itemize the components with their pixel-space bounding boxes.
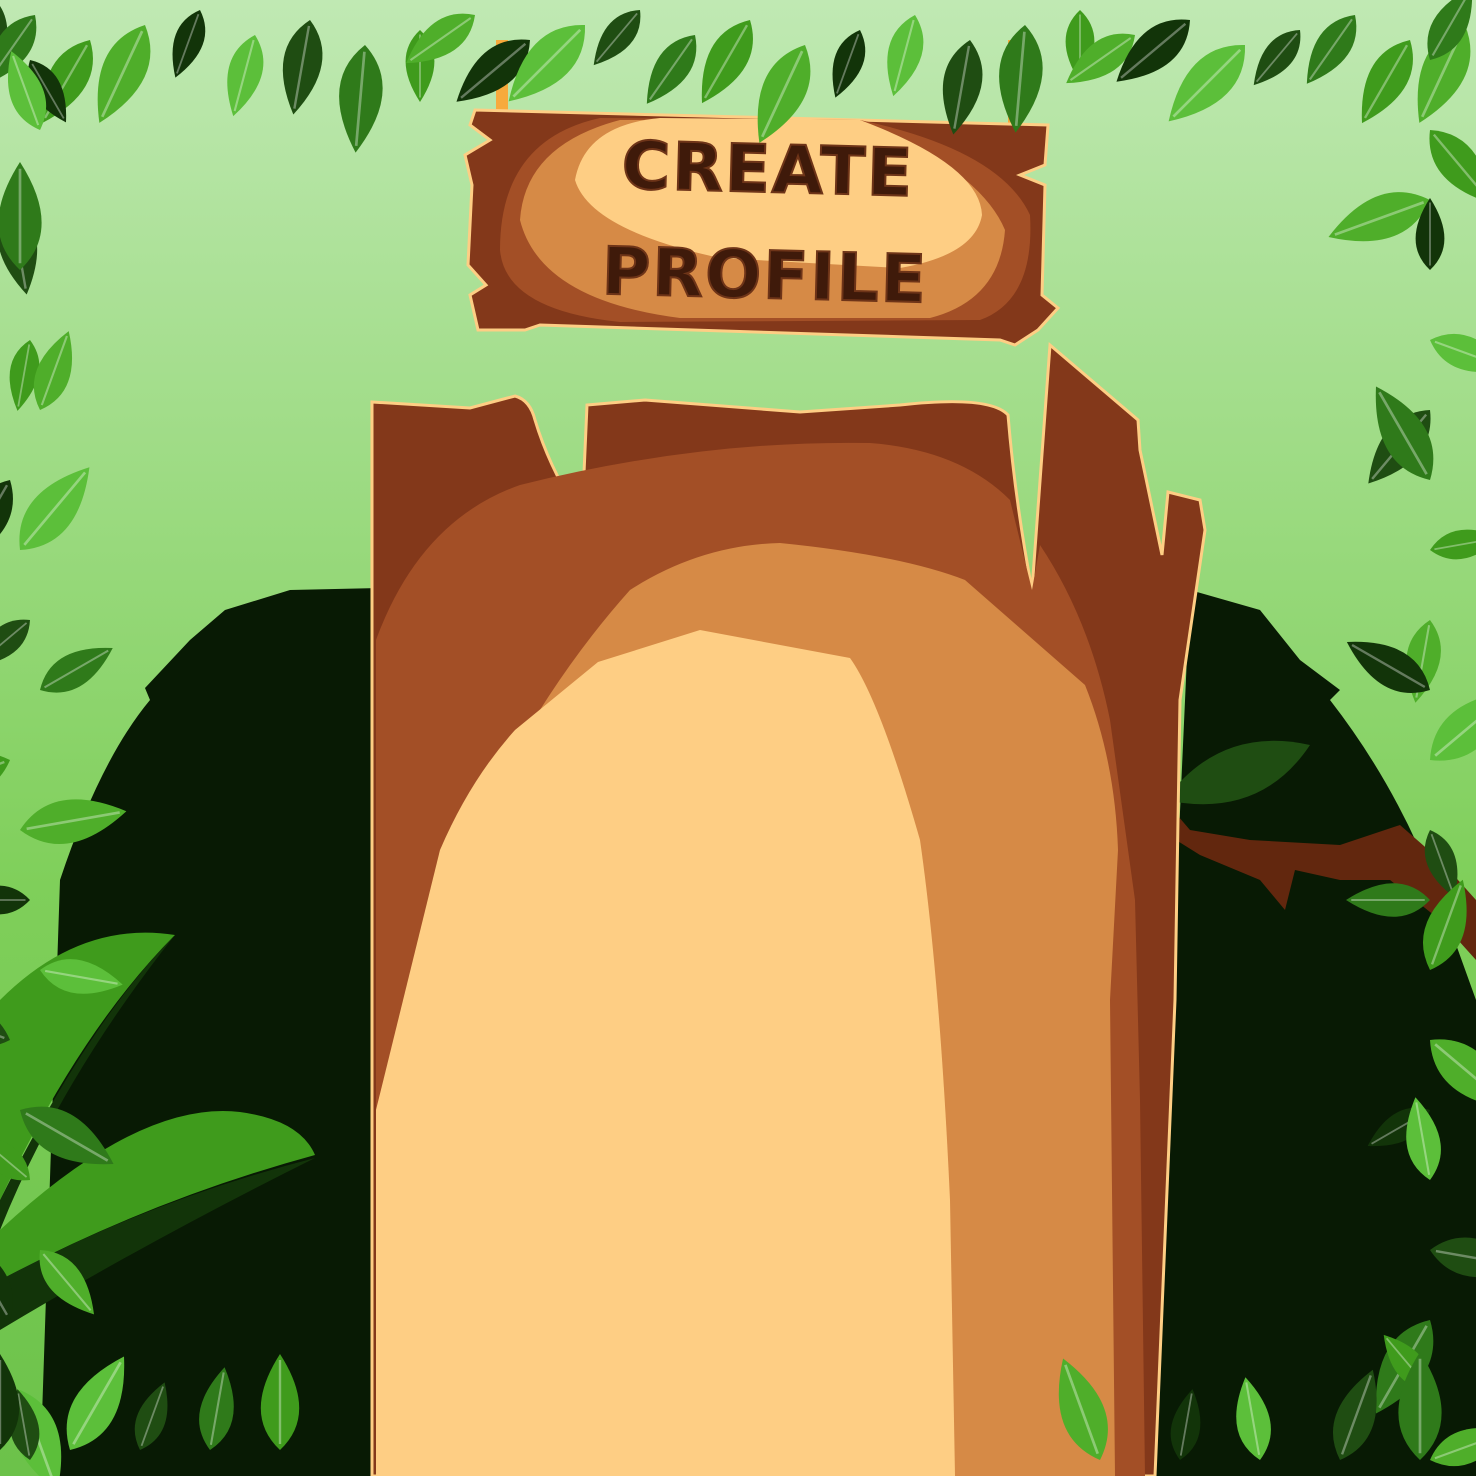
sign-title-line-2: PROFILE [601,233,929,319]
create-profile-sign: CREATE PROFILE [463,108,1061,347]
sign-title-line-1: CREATE [621,127,915,212]
game-scene: CREATE PROFILE [0,0,1476,1476]
profile-board [370,341,1207,1476]
